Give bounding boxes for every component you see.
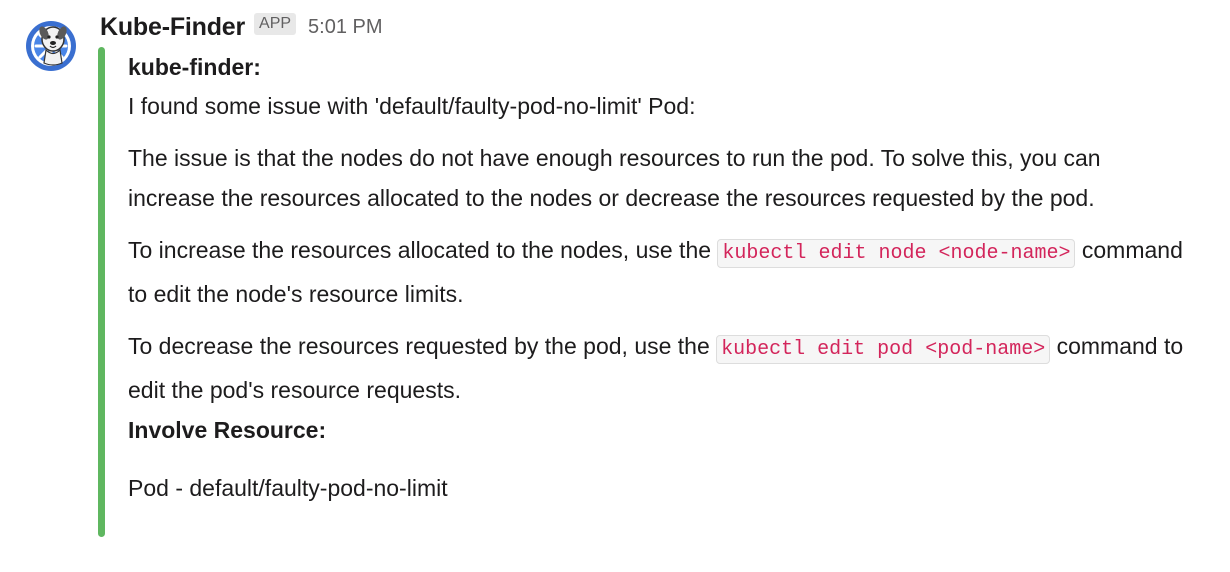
- kubectl-edit-pod-code: kubectl edit pod <pod-name>: [716, 335, 1051, 364]
- attachment-body: kube-finder: I found some issue with 'de…: [128, 47, 1188, 508]
- app-badge: APP: [254, 13, 297, 35]
- kubectl-edit-node-code: kubectl edit node <node-name>: [717, 239, 1076, 268]
- timestamp[interactable]: 5:01 PM: [308, 16, 382, 39]
- involve-resource-value: Pod - default/faulty-pod-no-limit: [128, 475, 448, 501]
- increase-text-before: To increase the resources allocated to t…: [128, 237, 718, 263]
- increase-paragraph: To increase the resources allocated to t…: [128, 230, 1188, 314]
- involve-resource-label: Involve Resource:: [128, 417, 327, 443]
- kube-finder-dog-helm-icon: [20, 13, 82, 75]
- sender-name[interactable]: Kube-Finder: [100, 13, 245, 42]
- decrease-paragraph: To decrease the resources requested by t…: [128, 326, 1188, 410]
- intro-text: I found some issue with 'default/faulty-…: [128, 93, 696, 119]
- attachment-title: kube-finder:: [128, 54, 261, 80]
- attachment-color-bar: [98, 47, 105, 537]
- slack-message: Kube-Finder APP 5:01 PM kube-finder: I f…: [0, 0, 1230, 572]
- avatar[interactable]: [20, 13, 82, 75]
- issue-paragraph: The issue is that the nodes do not have …: [128, 145, 1101, 211]
- decrease-text-before: To decrease the resources requested by t…: [128, 333, 717, 359]
- message-header: Kube-Finder APP 5:01 PM: [100, 10, 383, 44]
